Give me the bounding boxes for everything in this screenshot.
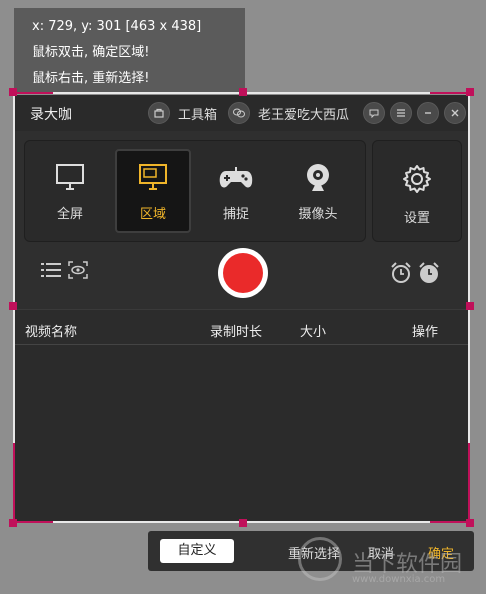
corner-marker xyxy=(430,92,470,94)
corner-marker xyxy=(430,521,470,523)
resize-handle-left[interactable] xyxy=(9,302,17,310)
resize-handle-top[interactable] xyxy=(239,88,247,96)
right-click-hint: 鼠标右击, 重新选择! xyxy=(32,71,150,86)
coords-readout: x: 729, y: 301 [463 x 438] xyxy=(32,19,202,34)
corner-marker xyxy=(468,443,470,523)
selection-info-tooltip: x: 729, y: 301 [463 x 438] 鼠标双击, 确定区域! 鼠… xyxy=(14,8,245,92)
resize-handle-bottom[interactable] xyxy=(239,519,247,527)
custom-size-button[interactable]: 自定义 xyxy=(160,539,234,563)
resize-handle-bottom-right[interactable] xyxy=(466,519,474,527)
corner-marker xyxy=(13,521,53,523)
watermark-url: www.downxia.com xyxy=(352,574,446,585)
resize-handle-top-right[interactable] xyxy=(466,88,474,96)
resize-handle-bottom-left[interactable] xyxy=(9,519,17,527)
resize-handle-right[interactable] xyxy=(466,302,474,310)
double-click-hint: 鼠标双击, 确定区域! xyxy=(32,45,150,60)
corner-marker xyxy=(13,443,15,523)
resize-handle-top-left[interactable] xyxy=(9,88,17,96)
selection-frame[interactable] xyxy=(9,88,474,527)
watermark-logo xyxy=(298,537,342,581)
corner-marker xyxy=(13,92,53,94)
